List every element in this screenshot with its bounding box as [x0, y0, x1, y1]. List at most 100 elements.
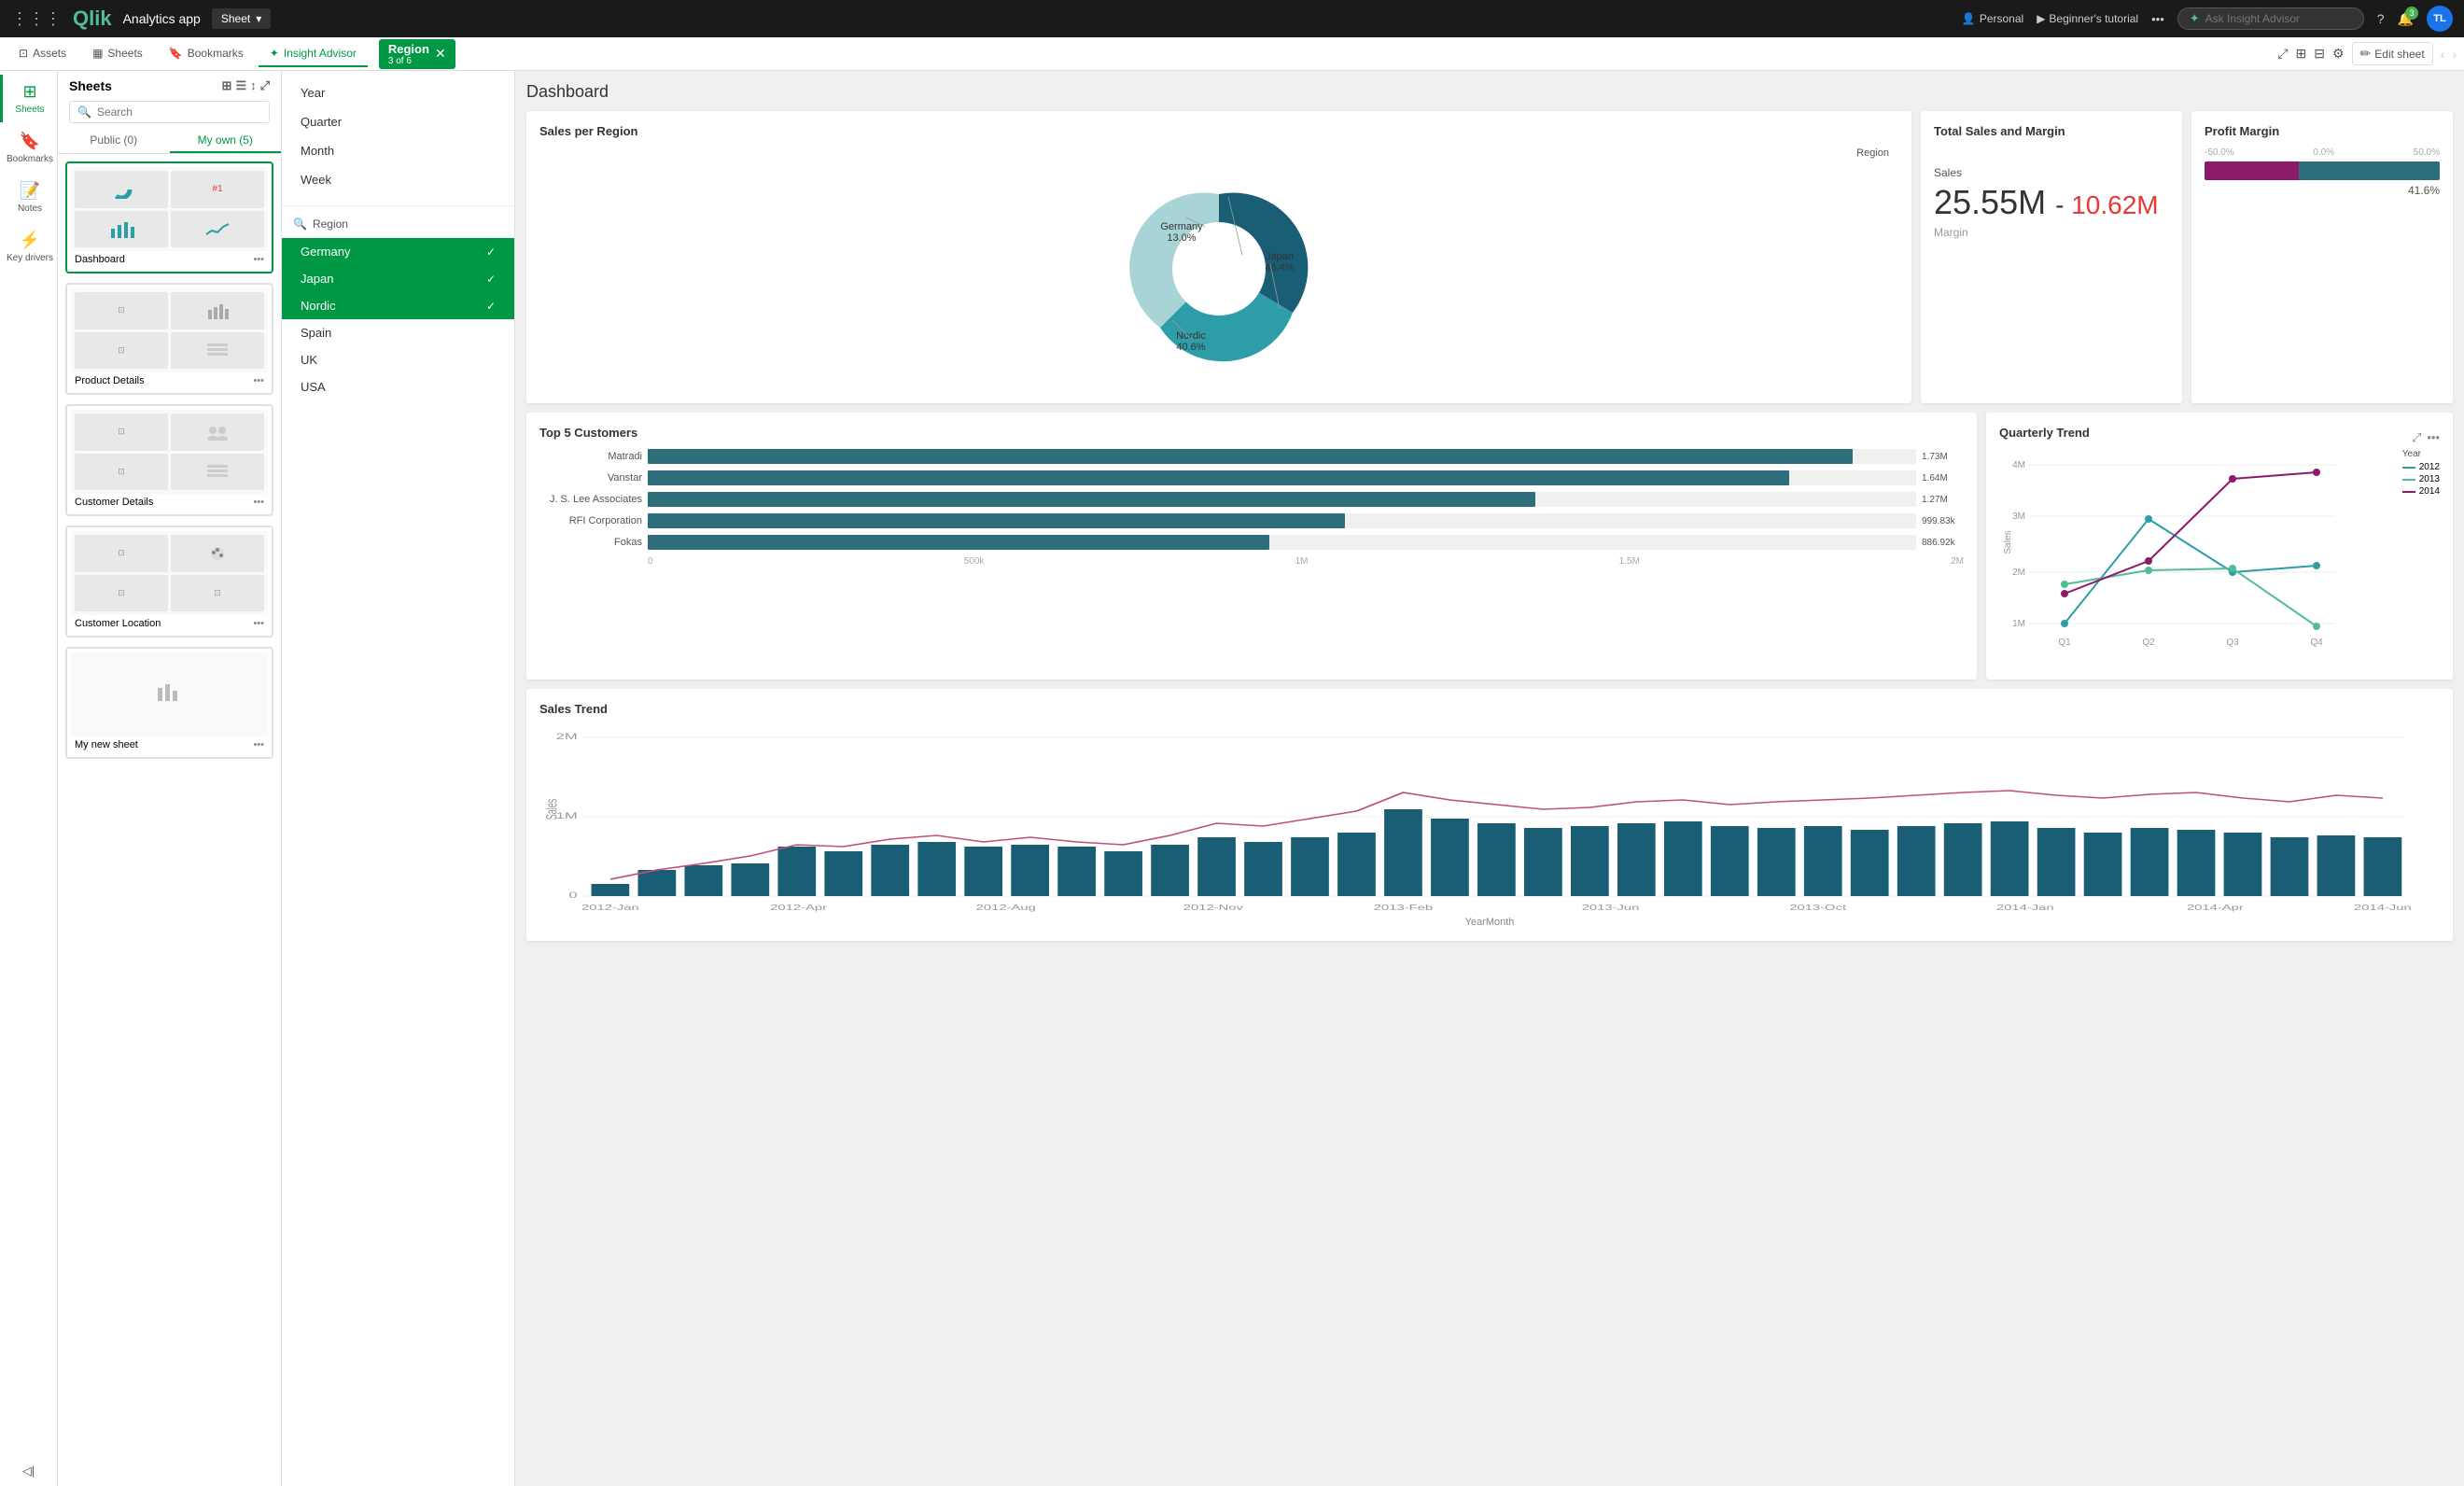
donut-chart: Japan 46.4% Nordic 40.6% Germany 13.0%: [1098, 157, 1340, 381]
svg-text:3M: 3M: [2012, 512, 2025, 522]
tab-insight-advisor[interactable]: ✦ Insight Advisor: [259, 41, 368, 67]
sidebar-item-notes[interactable]: 📝 Notes: [0, 174, 57, 221]
sheets-tabs: Public (0) My own (5): [58, 129, 281, 154]
personal-button[interactable]: 👤 Personal: [1962, 12, 2023, 25]
region-legend-label: Region: [1856, 147, 1889, 159]
tab-public[interactable]: Public (0): [58, 129, 170, 153]
sheets-search-input[interactable]: [97, 105, 261, 119]
tutorial-button[interactable]: ▶ Beginner's tutorial: [2037, 12, 2138, 25]
region-filter-header: 🔍 Region: [282, 210, 514, 238]
profit-pct-value: 41.6%: [2205, 184, 2440, 197]
region-filter-badge[interactable]: Region 3 of 6 ✕: [379, 39, 455, 69]
chevron-left-icon[interactable]: ‹: [2441, 47, 2445, 62]
tab-sheets[interactable]: ▦ Sheets: [81, 41, 154, 67]
bar-row-jslee: J. S. Lee Associates 1.27M: [539, 492, 1964, 507]
filter-region-japan[interactable]: Japan ✓: [282, 265, 514, 292]
user-avatar[interactable]: TL: [2427, 6, 2453, 32]
list-view-toggle[interactable]: ☰: [235, 78, 246, 93]
tab-bookmarks[interactable]: 🔖 Bookmarks: [158, 41, 255, 67]
app-grid-icon[interactable]: ⋮⋮⋮: [11, 9, 62, 29]
profit-margin-axis: -50.0% 0.0% 50.0%: [2205, 147, 2440, 158]
sheets-nav-icon: ⊞: [22, 82, 36, 102]
svg-text:Q3: Q3: [2226, 638, 2239, 648]
second-navigation: ⊡ Assets ▦ Sheets 🔖 Bookmarks ✦ Insight …: [0, 37, 2464, 71]
filter-quarter[interactable]: Quarter: [282, 107, 514, 136]
sidebar-collapse-button[interactable]: ◁|: [15, 1456, 42, 1486]
filter-week[interactable]: Week: [282, 165, 514, 194]
svg-text:Sales: Sales: [2003, 530, 2013, 554]
sales-trend-svg: 2M 1M 0: [539, 725, 2440, 912]
sheet-thumb-customer-location[interactable]: ⊡ ⊡ ⊡ Customer Location •••: [65, 526, 273, 638]
filter-region-spain[interactable]: Spain: [282, 319, 514, 346]
expand-icon[interactable]: ⤢: [260, 78, 270, 93]
notifications-button[interactable]: 🔔 3: [2398, 11, 2414, 27]
thumb-cell-cd-2: [171, 414, 264, 451]
svg-text:2013-Oct: 2013-Oct: [1789, 904, 1847, 912]
sheet-thumb-product-details[interactable]: ⊡ ⊡ Product Details •••: [65, 283, 273, 395]
notes-nav-icon: 📝: [20, 181, 40, 201]
filter-region-uk[interactable]: UK: [282, 346, 514, 373]
grid-view-icon[interactable]: ⊞: [2296, 46, 2307, 62]
svg-text:Sales: Sales: [543, 799, 561, 820]
sidebar-item-sheets[interactable]: ⊞ Sheets: [0, 75, 57, 122]
insight-advisor-search[interactable]: ✦: [2177, 7, 2364, 30]
tab-my-own[interactable]: My own (5): [170, 129, 282, 153]
top-navigation: ⋮⋮⋮ Qlik Analytics app Sheet ▾ 👤 Persona…: [0, 0, 2464, 37]
sheets-panel-header: Sheets ⊞ ☰ ↕ ⤢: [58, 71, 281, 101]
collapse-icon: ◁|: [22, 1464, 35, 1478]
dashboard-middle-row: Top 5 Customers Matradi 1.73M Vanstar 1.…: [526, 413, 2453, 680]
dashboard-top-row: Sales per Region Region Japan: [526, 111, 2453, 403]
thumb-cell-cd-4: [171, 454, 264, 491]
sparkle-icon: ✦: [2190, 11, 2200, 26]
customer-location-more-button[interactable]: •••: [253, 618, 264, 629]
new-sheet-more-button[interactable]: •••: [253, 739, 264, 750]
expand-quarterly-icon[interactable]: ⤢: [2412, 430, 2421, 445]
dashboard-area: Dashboard Sales per Region Region: [515, 71, 2464, 1486]
profit-bar-track: [2205, 161, 2440, 180]
key-drivers-nav-icon: ⚡: [20, 231, 40, 250]
sheet-thumb-customer-details[interactable]: ⊡ ⊡ Customer Details •••: [65, 404, 273, 516]
sort-icon[interactable]: ↕: [250, 78, 257, 93]
sales-per-region-card: Sales per Region Region Japan: [526, 111, 1911, 403]
more-quarterly-icon[interactable]: •••: [2427, 430, 2440, 445]
notification-badge: 3: [2405, 7, 2418, 20]
app-title: Analytics app: [123, 11, 201, 26]
tab-assets[interactable]: ⊡ Assets: [7, 41, 77, 67]
profit-margin-bar: -50.0% 0.0% 50.0% 41.6%: [2205, 147, 2440, 197]
sidebar-item-key-drivers[interactable]: ⚡ Key drivers: [0, 223, 57, 271]
edit-sheet-button[interactable]: ✏ Edit sheet: [2352, 42, 2433, 65]
settings-icon[interactable]: ⚙: [2332, 46, 2345, 62]
view-toggle-icons: ⊞ ☰ ↕ ⤢: [222, 78, 270, 93]
sheet-more-button[interactable]: •••: [253, 254, 264, 265]
zoom-icon[interactable]: ⤢: [2277, 46, 2288, 62]
filter-region-nordic[interactable]: Nordic ✓: [282, 292, 514, 319]
x-axis-label: YearMonth: [539, 917, 2440, 928]
region-close-icon[interactable]: ✕: [435, 46, 446, 62]
layout-icon[interactable]: ⊟: [2314, 46, 2325, 62]
main-layout: ⊞ Sheets 🔖 Bookmarks 📝 Notes ⚡ Key drive…: [0, 71, 2464, 1486]
sheet-thumb-dashboard[interactable]: #1 Dashboard •••: [65, 161, 273, 273]
sales-trend-card: Sales Trend 2M 1M 0: [526, 689, 2453, 941]
svg-text:Q1: Q1: [2058, 638, 2071, 648]
more-options-icon[interactable]: •••: [2151, 12, 2164, 26]
svg-text:4M: 4M: [2012, 460, 2025, 470]
filter-month[interactable]: Month: [282, 136, 514, 165]
grid-view-toggle[interactable]: ⊞: [222, 78, 232, 93]
help-button[interactable]: ?: [2377, 11, 2385, 26]
quarterly-header: Quarterly Trend ⤢ •••: [1999, 426, 2440, 449]
filter-region-usa[interactable]: USA: [282, 373, 514, 400]
insight-search-input[interactable]: [2205, 12, 2336, 25]
svg-text:2012-Aug: 2012-Aug: [976, 904, 1036, 912]
product-details-more-button[interactable]: •••: [253, 375, 264, 386]
sheet-selector[interactable]: Sheet ▾: [212, 8, 271, 29]
bookmarks-nav-icon: 🔖: [20, 132, 40, 151]
sidebar-item-bookmarks[interactable]: 🔖 Bookmarks: [0, 124, 57, 172]
filter-region-germany[interactable]: Germany ✓: [282, 238, 514, 265]
sheets-search-box[interactable]: 🔍: [69, 101, 270, 123]
sheet-thumb-new[interactable]: My new sheet •••: [65, 647, 273, 759]
chevron-right-icon[interactable]: ›: [2452, 47, 2457, 62]
filter-year[interactable]: Year: [282, 78, 514, 107]
thumb-cell-4: [171, 211, 264, 248]
svg-text:2013-Feb: 2013-Feb: [1374, 904, 1434, 912]
customer-details-more-button[interactable]: •••: [253, 497, 264, 508]
